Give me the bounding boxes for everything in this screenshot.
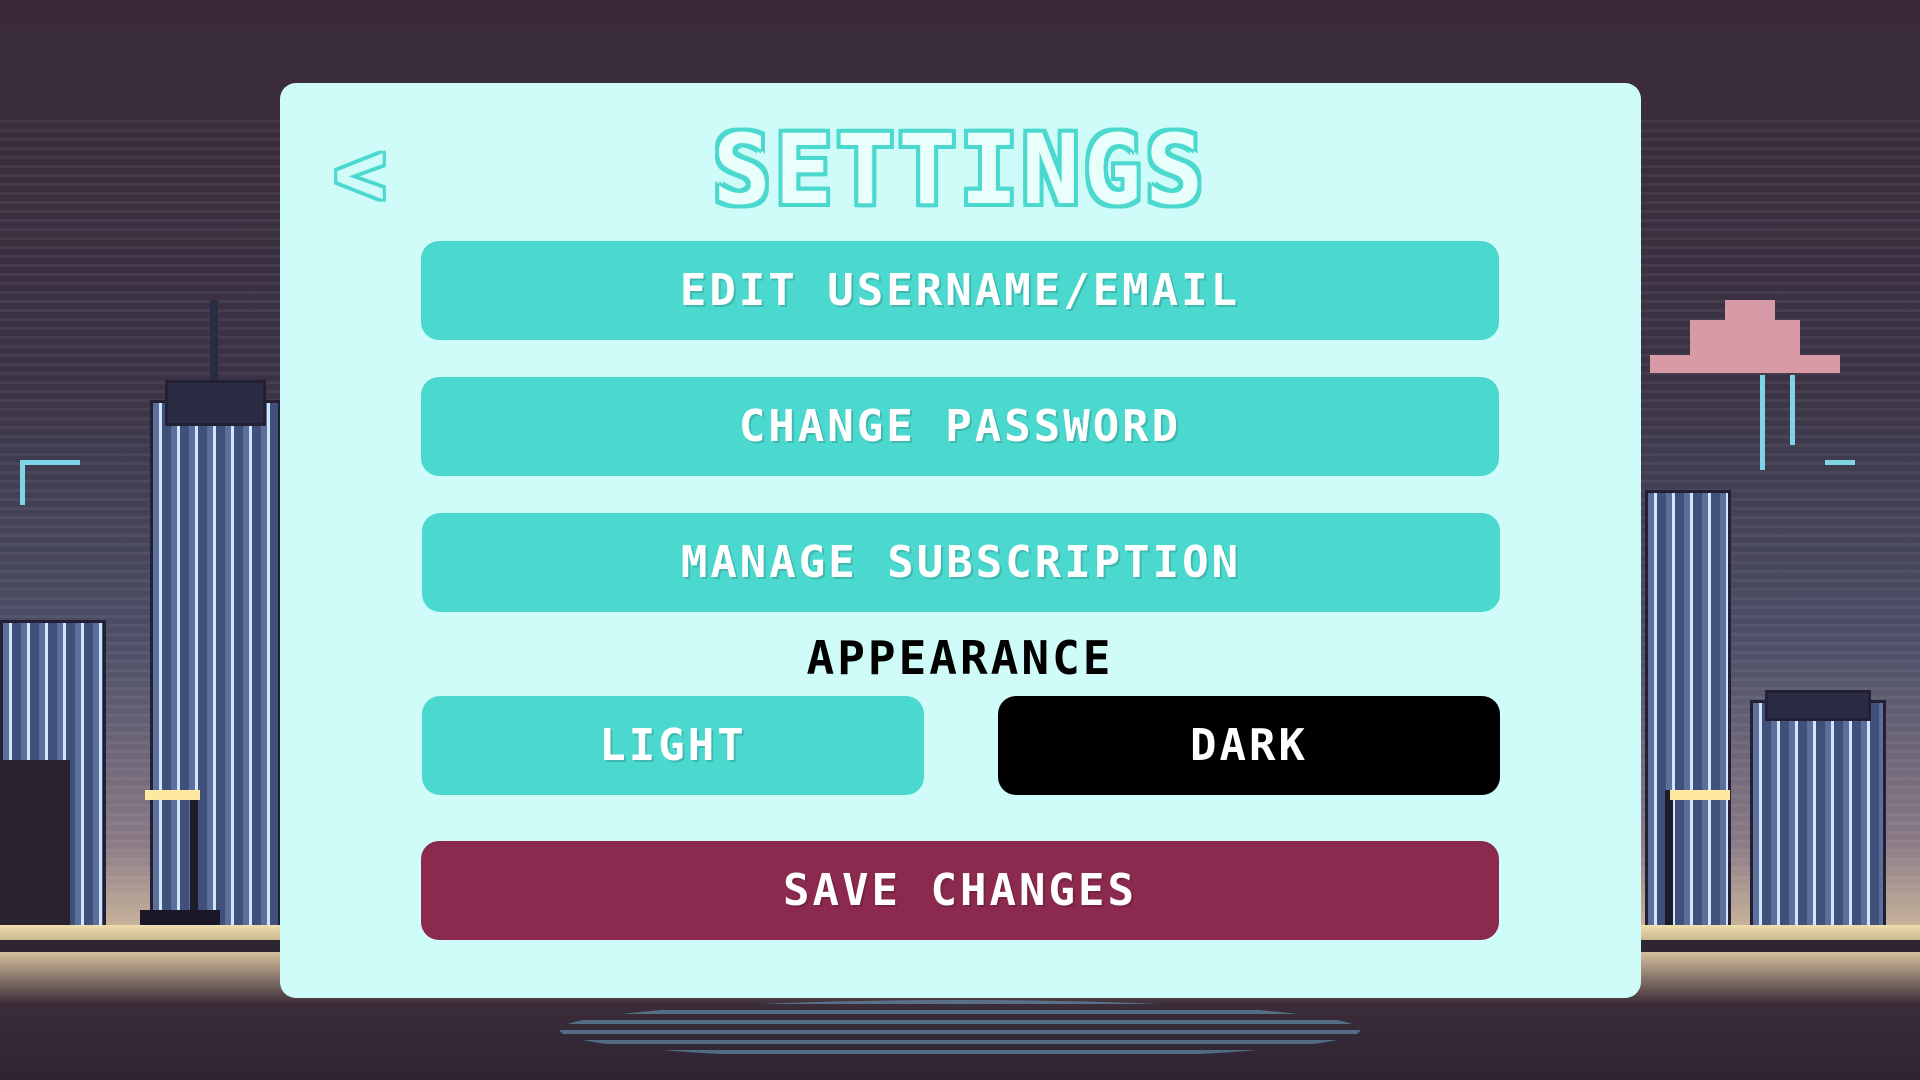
edit-username-email-label: EDIT USERNAME/EMAIL bbox=[679, 265, 1241, 316]
change-password-label: CHANGE PASSWORD bbox=[738, 401, 1182, 452]
dark-theme-label: DARK bbox=[1190, 720, 1308, 771]
save-changes-button[interactable]: SAVE CHANGES bbox=[421, 841, 1499, 940]
change-password-button[interactable]: CHANGE PASSWORD bbox=[421, 377, 1499, 476]
light-theme-label: LIGHT bbox=[599, 720, 747, 771]
chevron-left-icon: < bbox=[333, 121, 387, 225]
manage-subscription-label: MANAGE SUBSCRIPTION bbox=[680, 537, 1242, 588]
manage-subscription-button[interactable]: MANAGE SUBSCRIPTION bbox=[422, 513, 1500, 612]
edit-username-email-button[interactable]: EDIT USERNAME/EMAIL bbox=[421, 241, 1499, 340]
settings-screen: < SETTINGS EDIT USERNAME/EMAIL CHANGE PA… bbox=[0, 0, 1920, 1080]
page-title: SETTINGS bbox=[712, 114, 1208, 226]
light-theme-button[interactable]: LIGHT bbox=[422, 696, 924, 795]
dark-theme-button[interactable]: DARK bbox=[998, 696, 1500, 795]
back-button[interactable]: < bbox=[322, 122, 398, 225]
save-changes-label: SAVE CHANGES bbox=[783, 865, 1137, 916]
appearance-heading: APPEARANCE bbox=[806, 631, 1114, 685]
